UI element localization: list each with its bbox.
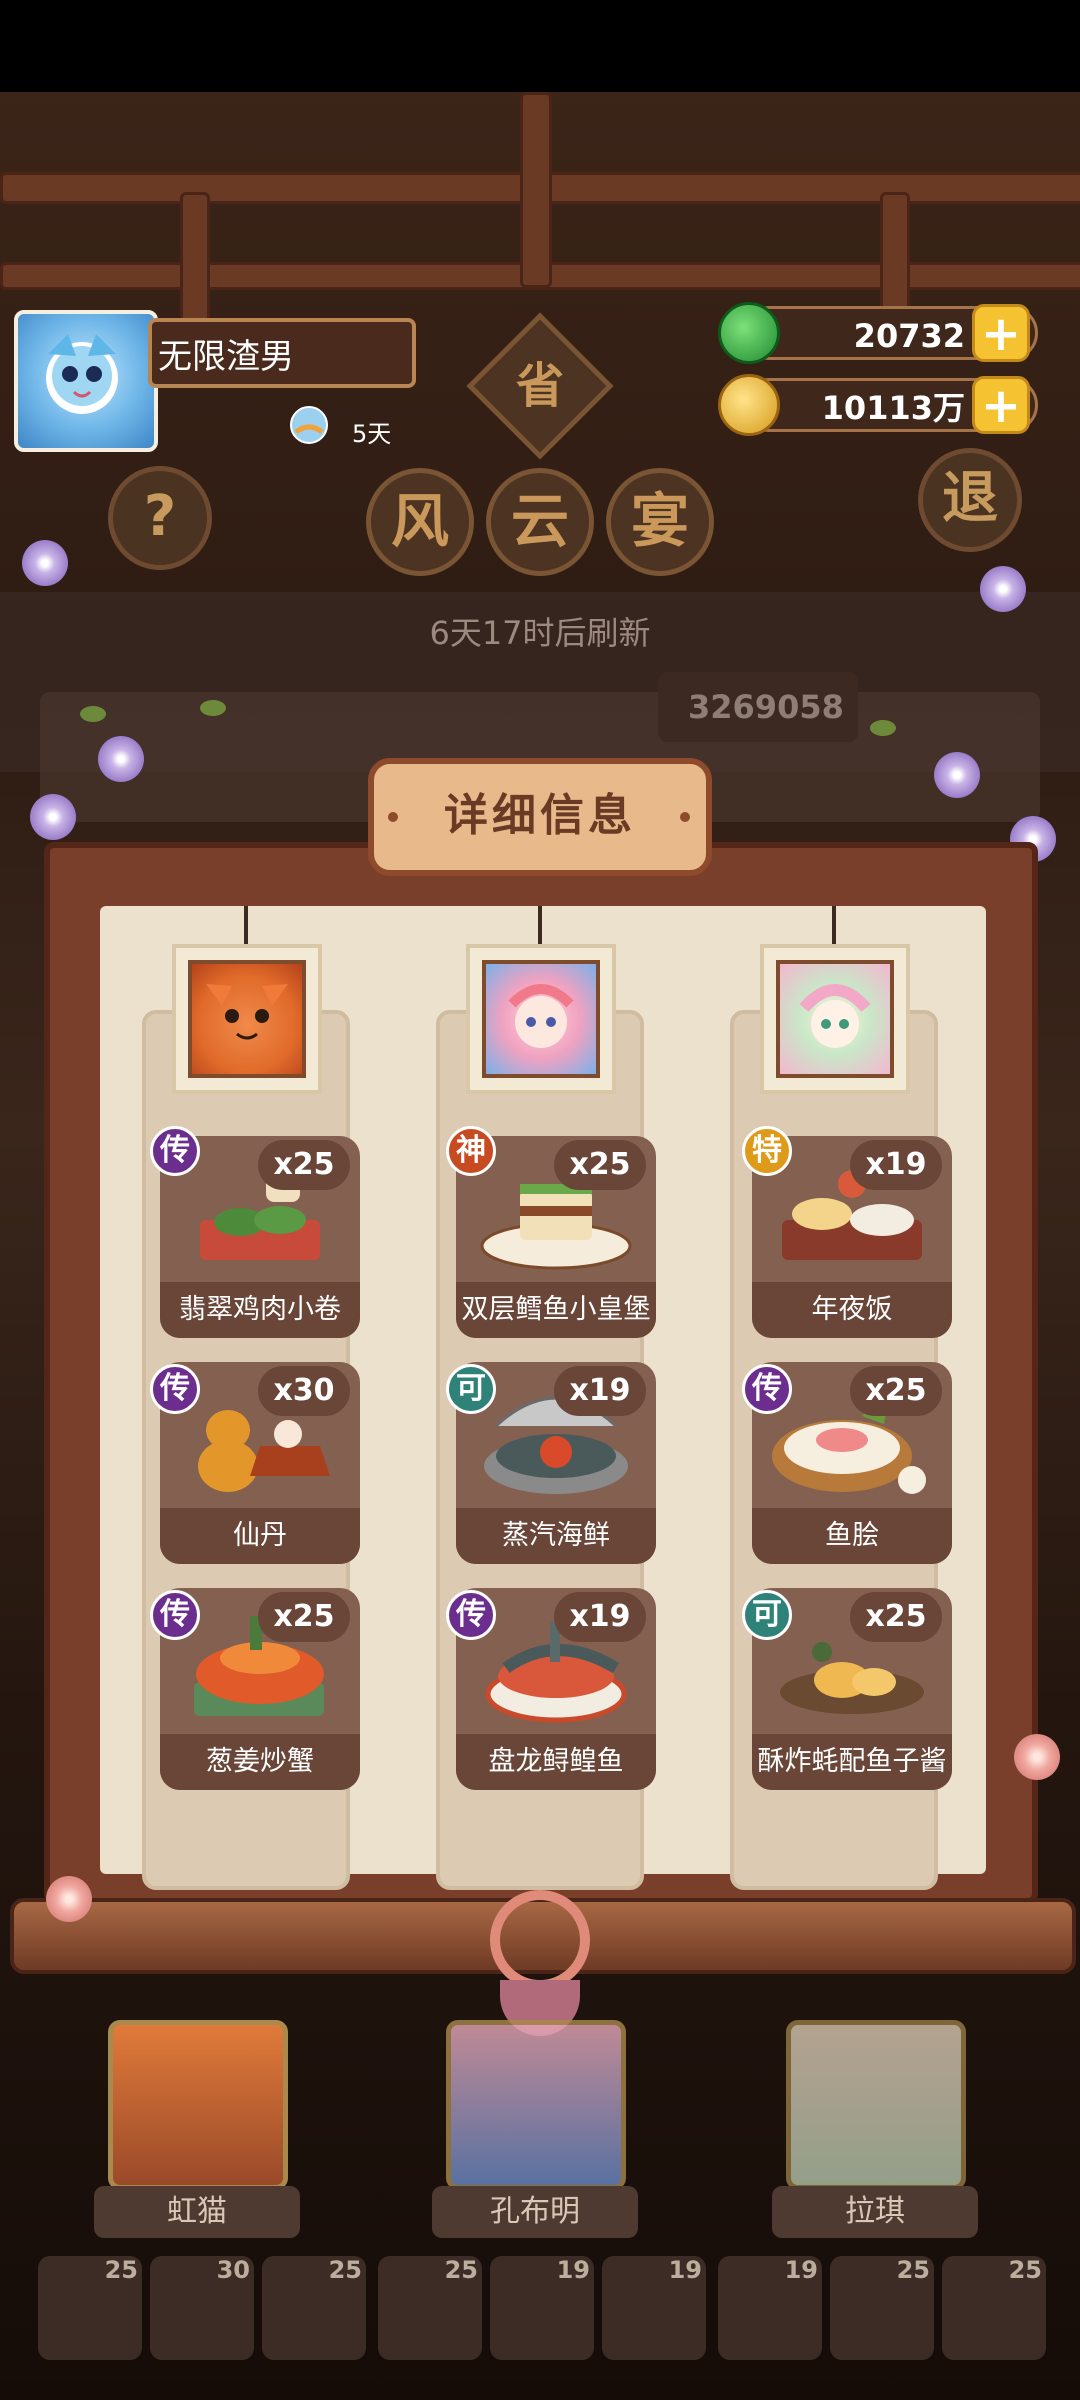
roof-post: [520, 92, 552, 288]
title-char-feng: 风: [366, 468, 474, 576]
avatar-character-icon: [46, 334, 118, 414]
dish-slot[interactable]: 19: [602, 2256, 706, 2360]
rarity-badge: 可: [446, 1364, 496, 1414]
rarity-badge: 传: [150, 1126, 200, 1176]
plaque-pin: [388, 812, 398, 822]
dish-name: 酥炸蚝配鱼子酱: [752, 1734, 952, 1790]
dish-slot[interactable]: 30: [150, 2256, 254, 2360]
exit-label: 退: [942, 466, 998, 531]
dish-count: x25: [554, 1140, 646, 1190]
dish-name: 蒸汽海鲜: [456, 1508, 656, 1564]
flower-icon: [46, 1876, 92, 1922]
chef-name: 拉琪: [772, 2186, 978, 2238]
pastel-chef-icon: [776, 960, 894, 1078]
dish-name: 翡翠鸡肉小卷: [160, 1282, 360, 1338]
dish-slot[interactable]: 19: [718, 2256, 822, 2360]
modal-title-text: 详细信息: [444, 790, 636, 841]
dish-slot[interactable]: 25: [38, 2256, 142, 2360]
dish-count: x25: [850, 1592, 942, 1642]
flower-icon: [22, 540, 68, 586]
leaf-icon: [200, 700, 226, 716]
flower-icon: [980, 566, 1026, 612]
dish-count: x25: [850, 1366, 942, 1416]
chef-name: 虹猫: [94, 2186, 300, 2238]
dish-slot[interactable]: 25: [942, 2256, 1046, 2360]
coin-icon: [718, 374, 780, 436]
hanging-string: [832, 906, 836, 946]
title-char-yan: 宴: [606, 468, 714, 576]
rarity-badge: 传: [742, 1364, 792, 1414]
girl-chef-icon: [482, 960, 600, 1078]
flower-icon: [30, 794, 76, 840]
add-coin-button[interactable]: +: [972, 376, 1030, 434]
status-bar: [0, 0, 1080, 92]
coin-amount: 10113万: [821, 389, 965, 427]
add-jade-button[interactable]: +: [972, 304, 1030, 362]
rarity-badge: 传: [446, 1590, 496, 1640]
modal-title: 详细信息: [368, 758, 712, 876]
player-name: 无限渣男: [148, 318, 416, 388]
jade-amount: 20732: [853, 317, 965, 355]
slot-count: 25: [444, 2256, 478, 2284]
dish-count: x25: [258, 1592, 350, 1642]
exit-button[interactable]: 退: [918, 448, 1022, 552]
rarity-badge: 特: [742, 1126, 792, 1176]
streak-icon: [288, 404, 330, 446]
chef-card-hongmao[interactable]: [108, 2020, 288, 2190]
slot-count: 25: [104, 2256, 138, 2284]
dish-name: 年夜饭: [752, 1282, 952, 1338]
player-avatar[interactable]: [14, 310, 158, 452]
slot-count: 19: [556, 2256, 590, 2284]
dish-name: 盘龙鲟鳇鱼: [456, 1734, 656, 1790]
dish-name: 仙丹: [160, 1508, 360, 1564]
dish-count: x19: [554, 1366, 646, 1416]
help-button[interactable]: ?: [108, 466, 212, 570]
help-icon: ?: [143, 484, 177, 549]
hanging-string: [538, 906, 542, 946]
chef-name: 孔布明: [432, 2186, 638, 2238]
chef-portrait-1[interactable]: [172, 944, 322, 1094]
leaf-icon: [80, 706, 106, 722]
dish-slot[interactable]: 19: [490, 2256, 594, 2360]
dish-count: x30: [258, 1366, 350, 1416]
flower-icon: [934, 752, 980, 798]
streak-days: 5天: [352, 420, 392, 448]
chef-card-kongbuming[interactable]: [446, 2020, 626, 2190]
chef-portrait-2[interactable]: [466, 944, 616, 1094]
jade-icon: [718, 302, 780, 364]
flower-icon: [98, 736, 144, 782]
slot-count: 19: [668, 2256, 702, 2284]
chef-portrait-3[interactable]: [760, 944, 910, 1094]
rarity-badge: 传: [150, 1364, 200, 1414]
dish-name: 双层鳕鱼小皇堡: [456, 1282, 656, 1338]
rarity-badge: 神: [446, 1126, 496, 1176]
cat-chef-icon: [188, 960, 306, 1078]
score-display: 3269058: [658, 672, 858, 742]
chef-card-laqi[interactable]: [786, 2020, 966, 2190]
dish-count: x19: [554, 1592, 646, 1642]
dish-slot[interactable]: 25: [378, 2256, 482, 2360]
leaf-icon: [870, 720, 896, 736]
dish-name: 鱼脍: [752, 1508, 952, 1564]
dish-count: x25: [258, 1140, 350, 1190]
rarity-badge: 可: [742, 1590, 792, 1640]
slot-count: 25: [328, 2256, 362, 2284]
knot-ornament: [490, 1890, 590, 1990]
dish-slot[interactable]: 25: [830, 2256, 934, 2360]
refresh-timer: 6天17时后刷新: [429, 614, 651, 652]
title-char-yun: 云: [486, 468, 594, 576]
flower-icon: [1014, 1734, 1060, 1780]
hanging-string: [244, 906, 248, 946]
province-label: 省: [515, 358, 564, 414]
plaque-pin: [680, 812, 690, 822]
slot-count: 25: [1008, 2256, 1042, 2284]
dish-slot[interactable]: 25: [262, 2256, 366, 2360]
dish-name: 葱姜炒蟹: [160, 1734, 360, 1790]
slot-count: 30: [216, 2256, 250, 2284]
rarity-badge: 传: [150, 1590, 200, 1640]
slot-count: 25: [896, 2256, 930, 2284]
slot-count: 19: [784, 2256, 818, 2284]
dish-count: x19: [850, 1140, 942, 1190]
